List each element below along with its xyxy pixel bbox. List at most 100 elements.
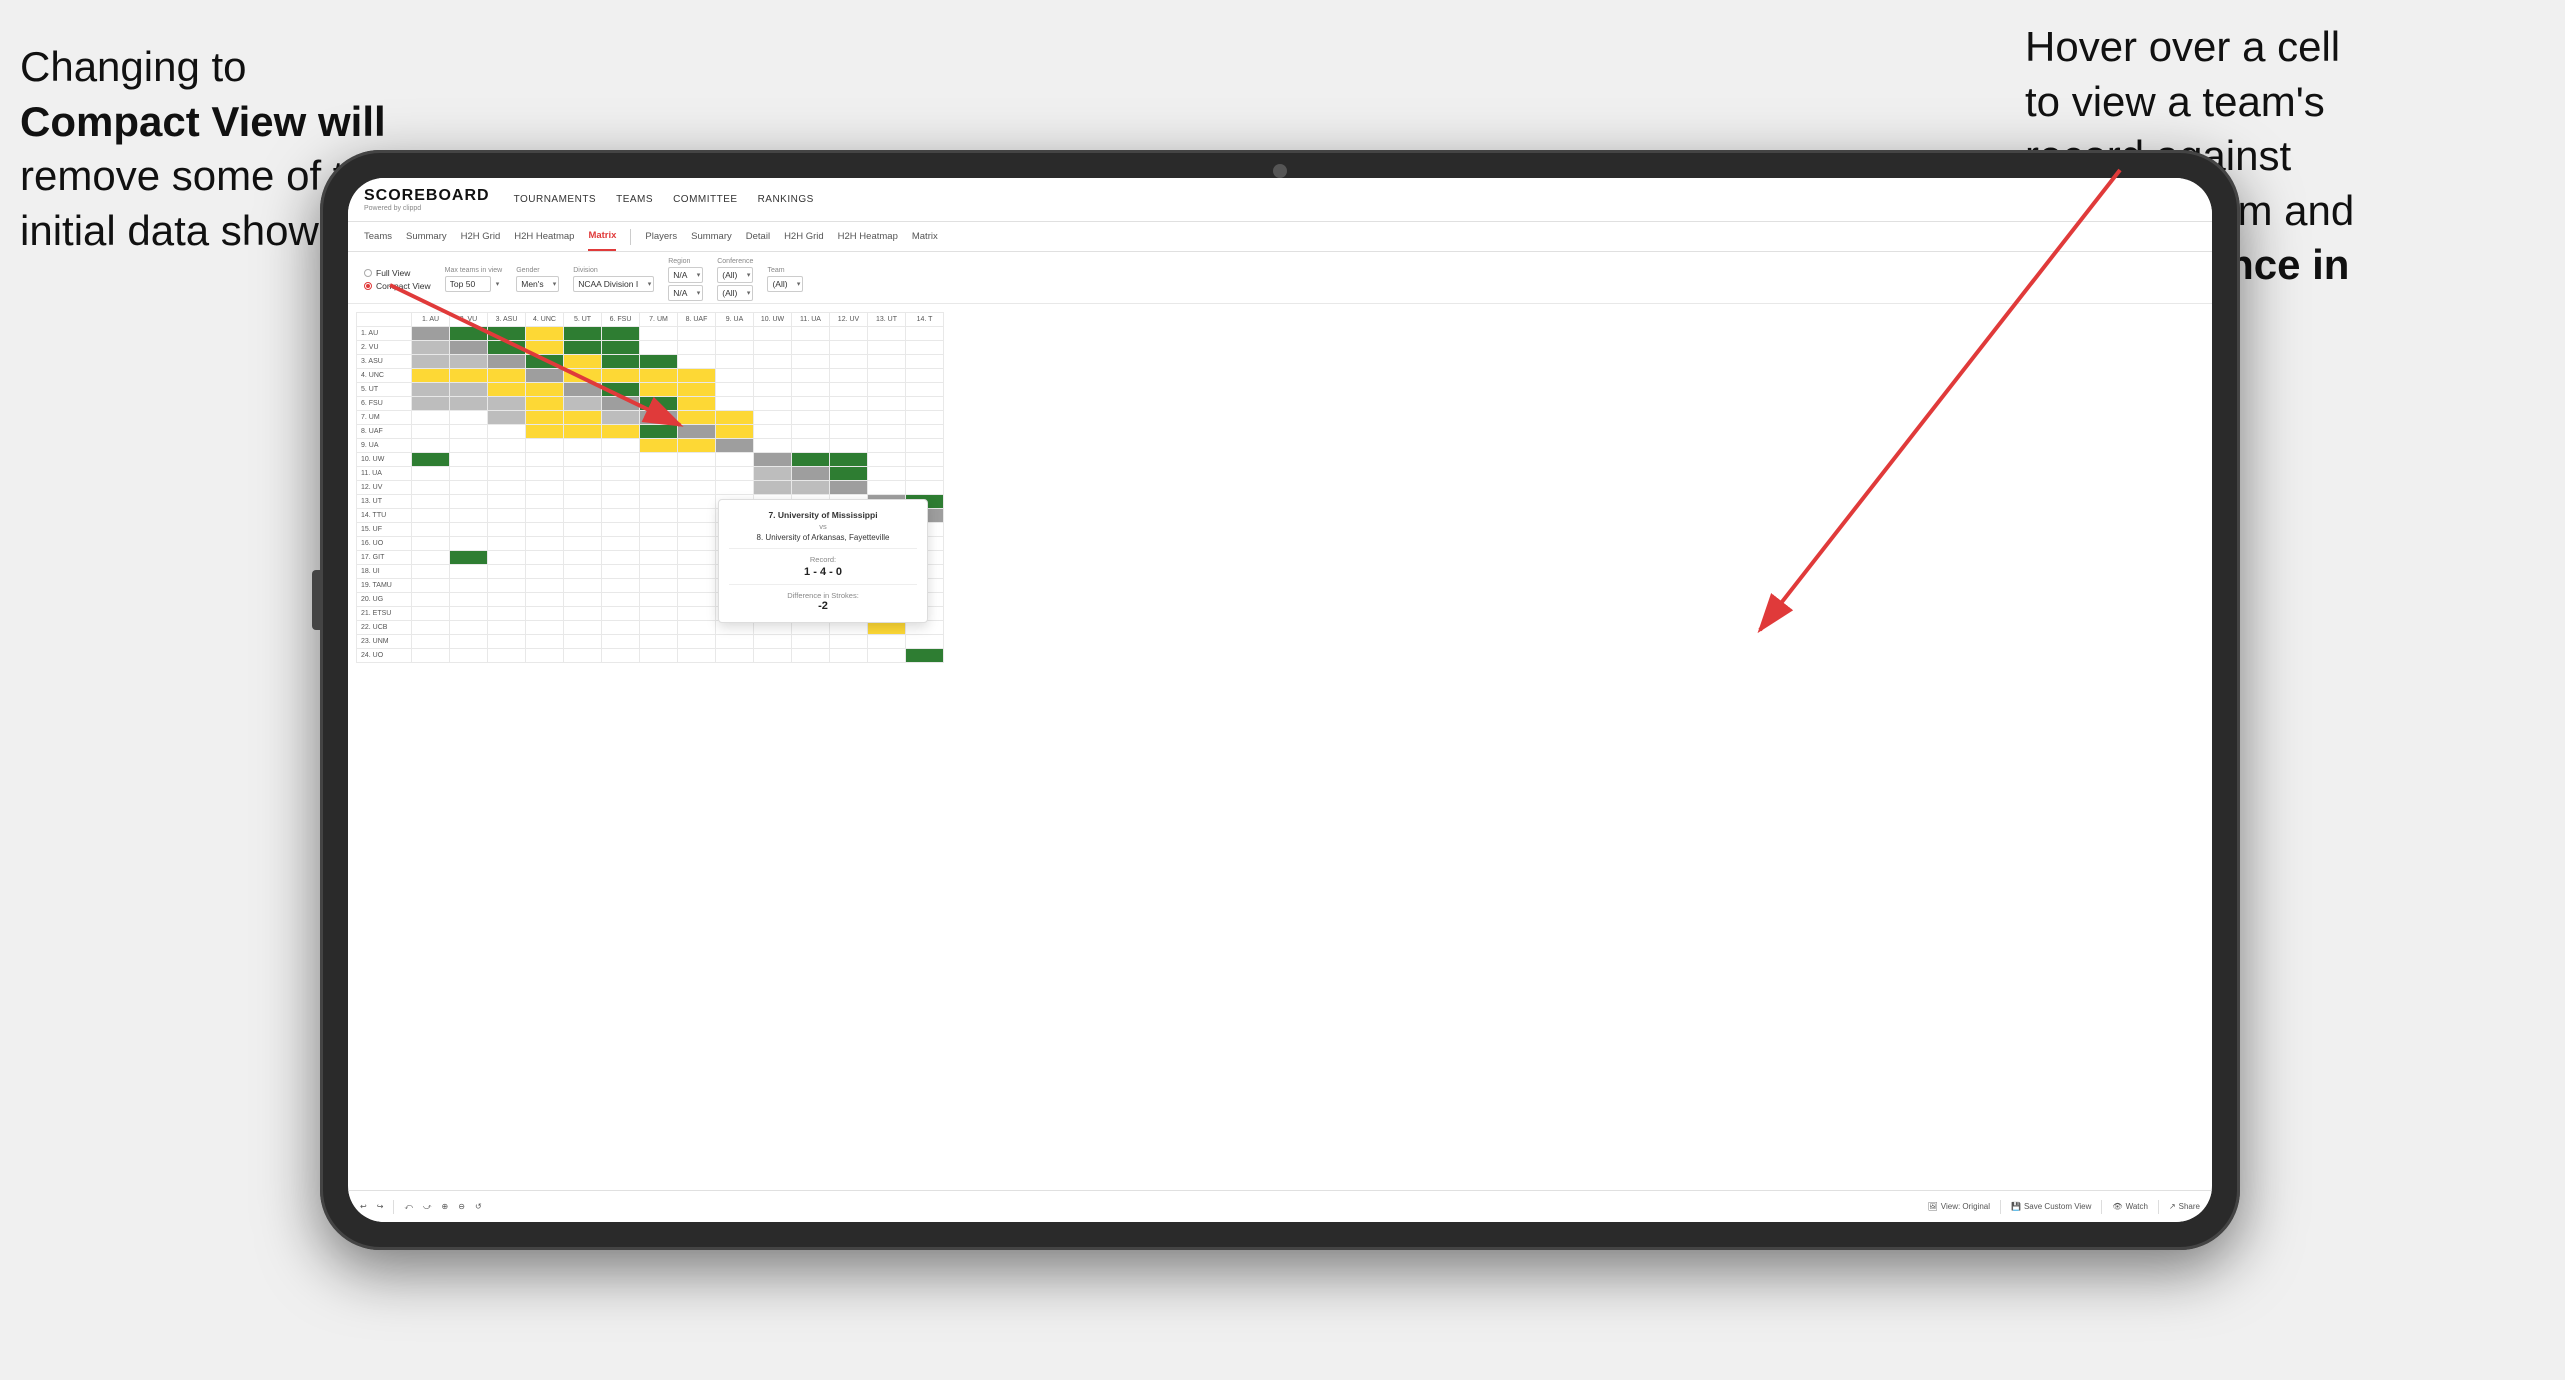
matrix-cell[interactable] [716, 397, 754, 411]
matrix-cell[interactable] [716, 327, 754, 341]
matrix-cell[interactable] [678, 481, 716, 495]
matrix-cell[interactable] [526, 565, 564, 579]
matrix-cell[interactable] [792, 383, 830, 397]
matrix-cell[interactable] [564, 593, 602, 607]
matrix-cell[interactable] [716, 369, 754, 383]
matrix-cell[interactable] [526, 411, 564, 425]
matrix-cell[interactable] [792, 327, 830, 341]
matrix-cell[interactable] [602, 565, 640, 579]
matrix-cell[interactable] [564, 509, 602, 523]
matrix-cell[interactable] [526, 551, 564, 565]
matrix-cell[interactable] [602, 607, 640, 621]
matrix-cell[interactable] [868, 649, 906, 663]
matrix-cell[interactable] [754, 383, 792, 397]
division-select[interactable]: NCAA Division I [573, 276, 654, 292]
matrix-cell[interactable] [868, 341, 906, 355]
matrix-cell[interactable] [526, 509, 564, 523]
matrix-cell[interactable] [792, 453, 830, 467]
matrix-cell[interactable] [830, 481, 868, 495]
matrix-cell[interactable] [792, 411, 830, 425]
matrix-cell[interactable] [906, 369, 944, 383]
matrix-cell[interactable] [450, 495, 488, 509]
matrix-cell[interactable] [792, 425, 830, 439]
undo-btn[interactable]: ↩ [360, 1202, 367, 1211]
matrix-cell[interactable] [602, 467, 640, 481]
matrix-cell[interactable] [564, 523, 602, 537]
matrix-cell[interactable] [678, 495, 716, 509]
matrix-cell[interactable] [830, 397, 868, 411]
matrix-cell[interactable] [602, 453, 640, 467]
matrix-cell[interactable] [678, 355, 716, 369]
matrix-cell[interactable] [678, 439, 716, 453]
matrix-cell[interactable] [526, 537, 564, 551]
matrix-cell[interactable] [754, 411, 792, 425]
matrix-cell[interactable] [678, 467, 716, 481]
matrix-cell[interactable] [450, 481, 488, 495]
matrix-cell[interactable] [868, 439, 906, 453]
matrix-cell[interactable] [906, 453, 944, 467]
matrix-cell[interactable] [906, 341, 944, 355]
matrix-cell[interactable] [830, 327, 868, 341]
matrix-cell[interactable] [602, 397, 640, 411]
matrix-cell[interactable] [488, 593, 526, 607]
matrix-cell[interactable] [526, 369, 564, 383]
matrix-cell[interactable] [488, 341, 526, 355]
matrix-cell[interactable] [450, 537, 488, 551]
matrix-cell[interactable] [754, 369, 792, 383]
matrix-cell[interactable] [754, 341, 792, 355]
matrix-cell[interactable] [906, 425, 944, 439]
matrix-cell[interactable] [678, 369, 716, 383]
matrix-cell[interactable] [602, 439, 640, 453]
matrix-cell[interactable] [830, 341, 868, 355]
matrix-cell[interactable] [526, 425, 564, 439]
matrix-cell[interactable] [716, 439, 754, 453]
matrix-cell[interactable] [640, 649, 678, 663]
matrix-cell[interactable] [792, 341, 830, 355]
matrix-cell[interactable] [602, 593, 640, 607]
matrix-cell[interactable] [412, 551, 450, 565]
matrix-cell[interactable] [602, 355, 640, 369]
matrix-cell[interactable] [526, 495, 564, 509]
matrix-cell[interactable] [412, 523, 450, 537]
matrix-cell[interactable] [868, 411, 906, 425]
matrix-cell[interactable] [792, 397, 830, 411]
team-select[interactable]: (All) [767, 276, 803, 292]
matrix-cell[interactable] [678, 453, 716, 467]
matrix-cell[interactable] [412, 439, 450, 453]
matrix-cell[interactable] [830, 439, 868, 453]
matrix-cell[interactable] [716, 453, 754, 467]
matrix-cell[interactable] [792, 481, 830, 495]
matrix-cell[interactable] [602, 327, 640, 341]
matrix-cell[interactable] [564, 551, 602, 565]
matrix-cell[interactable] [640, 607, 678, 621]
matrix-cell[interactable] [640, 327, 678, 341]
matrix-cell[interactable] [830, 369, 868, 383]
matrix-cell[interactable] [450, 523, 488, 537]
radio-compact-circle[interactable] [364, 282, 372, 290]
matrix-cell[interactable] [526, 649, 564, 663]
region-select2[interactable]: N/A [668, 285, 703, 301]
matrix-cell[interactable] [488, 327, 526, 341]
matrix-cell[interactable] [526, 453, 564, 467]
tab-summary-left[interactable]: Summary [406, 222, 447, 251]
matrix-cell[interactable] [602, 383, 640, 397]
tool-4[interactable]: ⊖ [458, 1202, 465, 1211]
matrix-cell[interactable] [564, 327, 602, 341]
view-original-btn[interactable]: 🖼 View: Original [1928, 1202, 1990, 1211]
matrix-cell[interactable] [450, 467, 488, 481]
matrix-cell[interactable] [412, 327, 450, 341]
matrix-cell[interactable] [450, 327, 488, 341]
matrix-cell[interactable] [640, 579, 678, 593]
matrix-cell[interactable] [450, 565, 488, 579]
matrix-cell[interactable] [868, 369, 906, 383]
matrix-area[interactable]: 1. AU2. VU3. ASU4. UNC5. UT6. FSU7. UM8.… [348, 304, 2212, 1190]
matrix-cell[interactable] [792, 635, 830, 649]
matrix-cell[interactable] [678, 341, 716, 355]
matrix-cell[interactable] [640, 397, 678, 411]
matrix-cell[interactable] [906, 397, 944, 411]
matrix-cell[interactable] [450, 369, 488, 383]
matrix-cell[interactable] [602, 509, 640, 523]
watch-btn[interactable]: 👁 Watch [2112, 1202, 2148, 1211]
matrix-cell[interactable] [412, 607, 450, 621]
matrix-cell[interactable] [488, 649, 526, 663]
